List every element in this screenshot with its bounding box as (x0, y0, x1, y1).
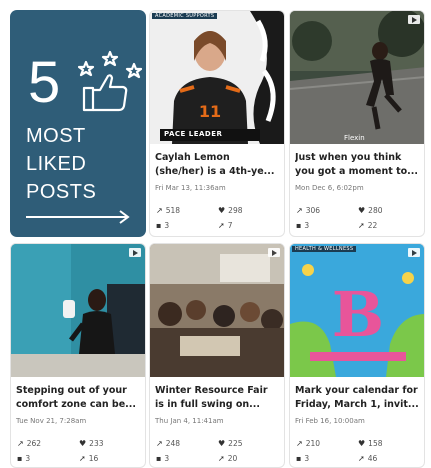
shares-stat: ➚ 16 (79, 454, 99, 463)
reach-icon: ↗ (296, 206, 303, 215)
reach-icon: ↗ (156, 206, 163, 215)
comments-stat: ▪ 3 (296, 221, 310, 230)
reach-icon: ↗ (156, 439, 163, 448)
post-caption-line2: (she/her) is a 4th-ye... (155, 166, 275, 177)
image-overlay-text: Flexin (344, 134, 365, 142)
comment-icon: ▪ (17, 454, 23, 463)
post-count-number: 5 (28, 50, 61, 115)
svg-text:B: B (332, 278, 384, 351)
post-card[interactable]: Winter Resource Fair is in full swing on… (149, 243, 285, 468)
post-card[interactable]: B HEALTH & WELLNESS Mark your calendar f… (289, 243, 425, 468)
share-icon: ➚ (358, 454, 365, 463)
post-card[interactable]: Stepping out of your comfort zone can be… (10, 243, 146, 468)
shares-stat: ➚ 20 (218, 454, 238, 463)
post-caption-line2: comfort zone can be... (16, 399, 137, 410)
heart-icon: ♥ (358, 439, 366, 448)
reach-stat: ↗ 262 (17, 439, 42, 448)
reach-stat: ↗ 210 (296, 439, 321, 448)
reach-stat: ↗ 248 (156, 439, 181, 448)
category-tag: ACADEMIC SUPPORTS (152, 13, 218, 19)
svg-text:11: 11 (199, 102, 221, 121)
post-date: Thu Jan 4, 11:41am (155, 417, 224, 425)
post-caption-line1: Mark your calendar for (295, 385, 418, 396)
post-date: Mon Dec 6, 6:02pm (295, 184, 364, 192)
comments-stat: ▪ 3 (156, 221, 170, 230)
post-image (150, 244, 284, 377)
likes-stat: ♥ 280 (358, 206, 383, 215)
post-date: Tue Nov 21, 7:28am (16, 417, 87, 425)
likes-stat: ♥ 233 (79, 439, 104, 448)
share-icon: ➚ (218, 454, 225, 463)
post-card[interactable]: 11 ACADEMIC SUPPORTS PACE LEADER Caylah … (149, 10, 285, 237)
heart-icon: ♥ (218, 206, 226, 215)
share-icon: ➚ (79, 454, 86, 463)
comment-icon: ▪ (156, 454, 162, 463)
post-caption-line1: Just when you think (295, 152, 402, 163)
comment-icon: ▪ (296, 454, 302, 463)
heart-icon: ♥ (358, 206, 366, 215)
share-icon: ➚ (358, 221, 365, 230)
banner-label-most: MOST (26, 125, 86, 147)
comments-stat: ▪ 3 (296, 454, 310, 463)
reach-stat: ↗ 518 (156, 206, 181, 215)
shares-stat: ➚ 7 (218, 221, 233, 230)
banner-label-liked: LIKED (26, 153, 87, 175)
post-image (11, 244, 145, 377)
post-image: 11 ACADEMIC SUPPORTS PACE LEADER (150, 11, 284, 144)
share-icon: ➚ (218, 221, 225, 230)
image-overlay-text: PACE LEADER (164, 130, 223, 138)
reach-icon: ↗ (296, 439, 303, 448)
heart-icon: ♥ (79, 439, 87, 448)
post-caption-line1: Winter Resource Fair (155, 385, 268, 396)
post-caption-line1: Stepping out of your (16, 385, 127, 396)
heart-icon: ♥ (218, 439, 226, 448)
video-indicator-icon (268, 248, 280, 257)
post-caption-line2: you got a moment to... (295, 166, 418, 177)
video-indicator-icon (129, 248, 141, 257)
banner-label-posts: POSTS (26, 181, 97, 203)
category-tag: HEALTH & WELLNESS (292, 246, 357, 252)
shares-stat: ➚ 46 (358, 454, 378, 463)
reach-stat: ↗ 306 (296, 206, 321, 215)
post-image: Flexin (290, 11, 424, 144)
comments-stat: ▪ 3 (156, 454, 170, 463)
comment-icon: ▪ (296, 221, 302, 230)
post-date: Fri Mar 13, 11:36am (155, 184, 226, 192)
likes-stat: ♥ 225 (218, 439, 243, 448)
video-indicator-icon (408, 248, 420, 257)
arrow-right-icon (26, 210, 130, 224)
comment-icon: ▪ (156, 221, 162, 230)
thumbs-up-stars-icon (78, 50, 142, 112)
video-indicator-icon (408, 15, 420, 24)
most-liked-posts-banner[interactable]: 5 MOST LIKED POSTS (10, 10, 146, 237)
post-caption-line2: Friday, March 1, invit... (295, 399, 419, 410)
post-date: Fri Feb 16, 10:00am (295, 417, 365, 425)
post-image: B HEALTH & WELLNESS (290, 244, 424, 377)
post-caption-line2: is in full swing on... (155, 399, 260, 410)
post-caption-line1: Caylah Lemon (155, 152, 230, 163)
comments-stat: ▪ 3 (17, 454, 31, 463)
likes-stat: ♥ 298 (218, 206, 243, 215)
likes-stat: ♥ 158 (358, 439, 383, 448)
reach-icon: ↗ (17, 439, 24, 448)
post-card[interactable]: Flexin Just when you think you got a mom… (289, 10, 425, 237)
shares-stat: ➚ 22 (358, 221, 378, 230)
